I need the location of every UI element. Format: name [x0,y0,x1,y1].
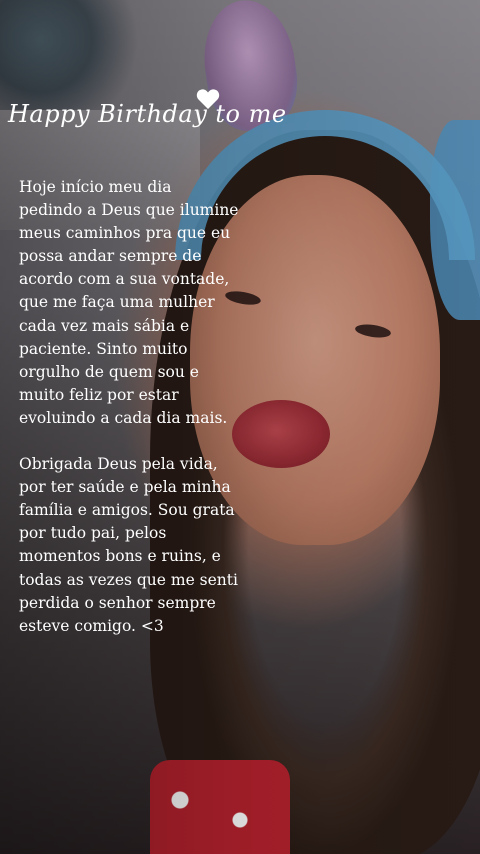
message-paragraph-1: Hoje início meu dia pedindo a Deus que i… [19,178,239,427]
message-paragraph-2: Obrigada Deus pela vida, por ter saúde e… [19,455,238,635]
story-title: Happy Birthday to me [8,100,287,128]
story-message: Hoje início meu dia pedindo a Deus que i… [19,176,239,638]
heart-icon [196,89,220,109]
